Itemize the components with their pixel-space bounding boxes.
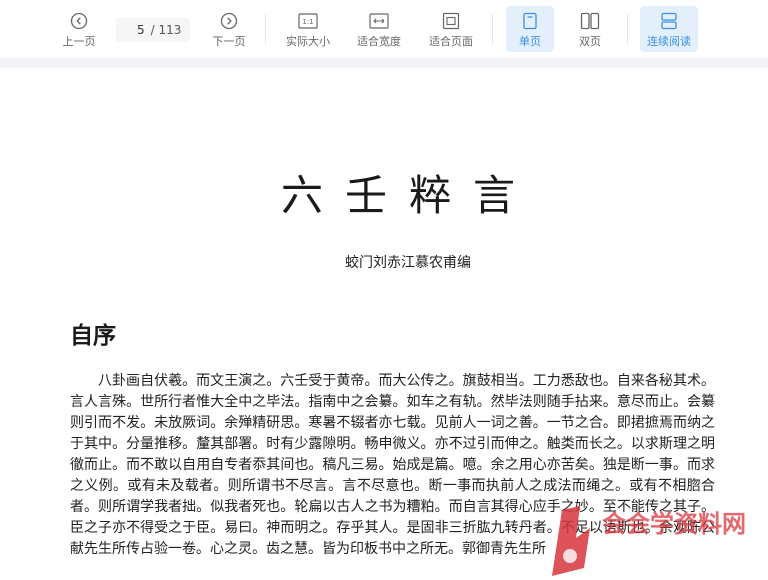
double-page-icon <box>579 10 601 32</box>
chevron-right-circle-icon <box>218 10 240 32</box>
actual-size-button[interactable]: 1:1 实际大小 <box>280 6 336 52</box>
actual-size-label: 实际大小 <box>286 35 330 48</box>
single-page-button[interactable]: 单页 <box>506 6 554 52</box>
watermark-text: 会会学资料网 <box>602 510 746 538</box>
double-page-label: 双页 <box>579 35 601 48</box>
single-page-label: 单页 <box>519 35 541 48</box>
next-page-label: 下一页 <box>212 35 246 48</box>
fit-page-button[interactable]: 适合页面 <box>423 6 479 52</box>
prev-page-button[interactable]: 上一页 <box>56 6 102 52</box>
fit-width-button[interactable]: 适合宽度 <box>351 6 407 52</box>
page-number-input[interactable] <box>120 23 145 37</box>
toolbar-divider <box>492 14 493 44</box>
double-page-button[interactable]: 双页 <box>566 6 614 52</box>
page-total: / 113 <box>150 23 182 37</box>
fit-width-label: 适合宽度 <box>357 35 401 48</box>
watermark-logo-icon <box>552 506 590 576</box>
toolbar-shadow-strip <box>0 58 768 68</box>
page-indicator: / 113 <box>116 18 190 42</box>
actual-size-icon-text: 1:1 <box>302 18 313 26</box>
actual-size-icon: 1:1 <box>297 10 319 32</box>
toolbar: 上一页 / 113 下一页 1:1 实际大小 适合宽度 适合页面 单页 <box>0 0 768 58</box>
single-page-icon <box>519 10 541 32</box>
prev-page-label: 上一页 <box>62 35 96 48</box>
site-watermark: 会会学资料网 <box>540 498 768 580</box>
continuous-reading-label: 连续阅读 <box>647 35 691 48</box>
section-title: 自序 <box>70 322 116 349</box>
fit-page-label: 适合页面 <box>429 35 473 48</box>
fit-width-icon <box>368 10 390 32</box>
continuous-reading-button[interactable]: 连续阅读 <box>640 6 698 52</box>
toolbar-divider <box>265 14 266 44</box>
toolbar-divider <box>627 14 628 44</box>
fit-page-icon <box>440 10 462 32</box>
document-author: 蛟门刘赤江慕农甫编 <box>345 255 471 271</box>
chevron-left-circle-icon <box>68 10 90 32</box>
document-title: 六壬粹言 <box>280 171 537 220</box>
continuous-reading-icon <box>658 10 680 32</box>
next-page-button[interactable]: 下一页 <box>206 6 252 52</box>
